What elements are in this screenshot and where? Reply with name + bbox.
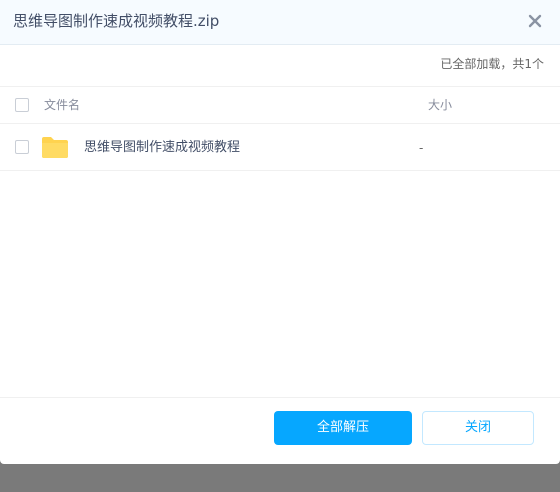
- close-icon[interactable]: [528, 14, 542, 28]
- divider: [0, 170, 560, 171]
- extract-all-button[interactable]: 全部解压: [274, 411, 412, 445]
- column-header-name[interactable]: 文件名: [44, 97, 80, 113]
- divider: [0, 123, 560, 124]
- divider: [0, 86, 560, 87]
- row-checkbox[interactable]: [15, 140, 29, 154]
- column-header-size[interactable]: 大小: [428, 97, 452, 113]
- load-status: 已全部加载，共1个: [440, 57, 544, 71]
- dialog-title: 思维导图制作速成视频教程.zip: [13, 12, 220, 30]
- folder-icon: [42, 137, 68, 158]
- close-button[interactable]: 关闭: [422, 411, 534, 445]
- dialog-header: 思维导图制作速成视频教程.zip: [0, 0, 560, 45]
- file-size: -: [419, 141, 424, 155]
- footer-divider: [0, 397, 560, 398]
- select-all-checkbox[interactable]: [15, 98, 29, 112]
- file-name[interactable]: 思维导图制作速成视频教程: [84, 139, 240, 157]
- zip-preview-dialog: 思维导图制作速成视频教程.zip 已全部加载，共1个 文件名 大小 思维导图制作…: [0, 0, 560, 464]
